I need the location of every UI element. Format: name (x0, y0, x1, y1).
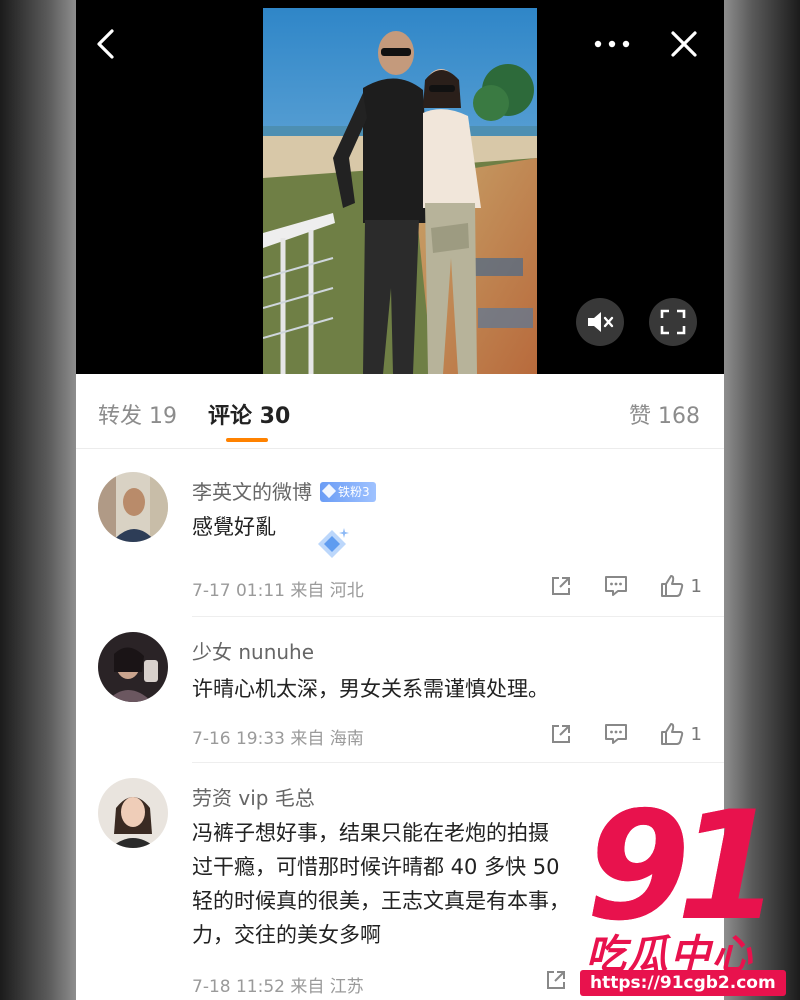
back-button[interactable] (86, 24, 126, 64)
like-button[interactable]: 1 (659, 574, 702, 598)
comment-meta: 7-17 01:11 来自 河北 (192, 581, 364, 601)
share-button[interactable] (549, 722, 573, 746)
close-icon (671, 31, 697, 57)
comment-actions (514, 968, 568, 992)
video-frame (263, 8, 537, 374)
divider (192, 762, 724, 763)
comment-icon (604, 724, 627, 744)
diamond-icon (321, 483, 337, 499)
comment-text: 许晴心机太深，男女关系需谨慎处理。 (192, 677, 549, 701)
comment-actions: 1 (519, 574, 702, 598)
thumbs-up-icon (660, 575, 683, 597)
like-count: 1 (690, 575, 702, 597)
comment-author[interactable]: 李英文的微博 铁粉3 (192, 476, 376, 505)
reply-button[interactable] (603, 722, 629, 746)
share-icon (551, 577, 570, 595)
close-button[interactable] (664, 24, 704, 64)
chevron-left-icon (97, 29, 114, 59)
avatar[interactable] (98, 778, 168, 848)
comment-meta: 7-18 11:52 来自 江苏 (192, 977, 364, 997)
comment-actions: 1 (519, 722, 702, 746)
comment-icon (604, 576, 627, 596)
divider (192, 616, 724, 617)
like-count: 1 (690, 723, 702, 745)
reply-button[interactable] (603, 574, 629, 598)
comment-text: 感覺好亂 (192, 515, 276, 539)
tab-likes[interactable]: 赞 168 (629, 398, 700, 430)
watermark-logo: 91 吃瓜中心 https://91cgb2.com (572, 792, 796, 1000)
tab-comments[interactable]: 评论 30 (208, 398, 290, 430)
avatar[interactable] (98, 472, 168, 542)
comment-author[interactable]: 劳资 vip 毛总 (192, 782, 315, 811)
share-icon (551, 725, 570, 743)
mute-button[interactable] (576, 298, 624, 346)
video-photo (263, 8, 537, 374)
comment-author[interactable]: 少女 nunuhe (192, 636, 314, 665)
share-icon (547, 971, 565, 989)
fullscreen-button[interactable] (649, 298, 697, 346)
comment-meta: 7-16 19:33 来自 海南 (192, 729, 364, 749)
more-button[interactable] (592, 24, 632, 64)
watermark-url: https://91cgb2.com (580, 970, 786, 996)
watermark-number: 91 (586, 780, 781, 954)
more-dots-icon (594, 40, 630, 48)
fullscreen-icon (660, 309, 686, 335)
sparkle-sticker-icon (318, 528, 349, 558)
thumbs-up-icon (660, 723, 683, 745)
share-button[interactable] (544, 968, 568, 992)
share-button[interactable] (549, 574, 573, 598)
tab-active-indicator (226, 438, 268, 442)
video-player[interactable] (76, 0, 724, 374)
post-tabs: 转发 19 评论 30 赞 168 (76, 374, 724, 449)
speaker-muted-icon (588, 312, 614, 332)
tab-reposts[interactable]: 转发 19 (98, 398, 177, 430)
like-button[interactable]: 1 (659, 722, 702, 746)
fan-badge: 铁粉3 (320, 482, 376, 502)
avatar[interactable] (98, 632, 168, 702)
